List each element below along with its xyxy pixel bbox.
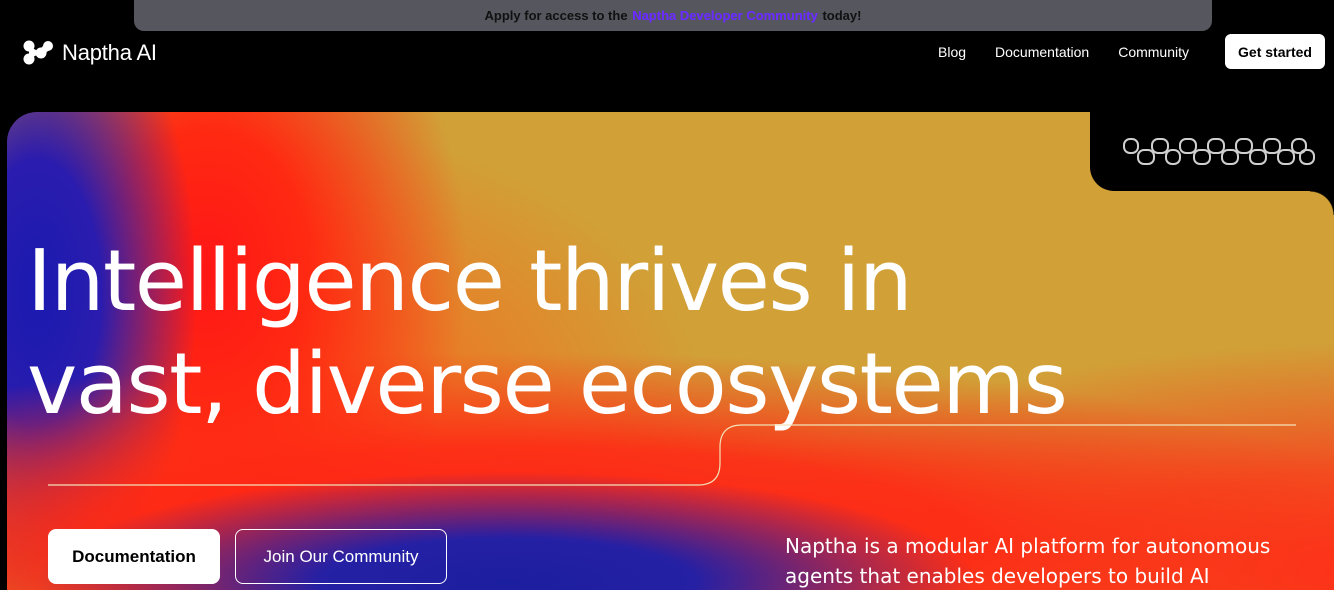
page: Apply for access to the Naptha Developer…	[0, 0, 1334, 590]
hero-divider-line	[48, 424, 1296, 486]
brand-logo-link[interactable]: Naptha AI	[22, 38, 157, 68]
naptha-logo-icon	[23, 40, 53, 65]
get-started-button[interactable]: Get started	[1225, 34, 1325, 69]
nav-item-documentation[interactable]: Documentation	[995, 43, 1089, 61]
hero-notch-corner	[1310, 191, 1334, 215]
banner-community-link[interactable]: Naptha Developer Community	[631, 8, 819, 23]
pixel-wordmark-icon	[1123, 138, 1315, 165]
announcement-banner: Apply for access to the Naptha Developer…	[134, 0, 1212, 31]
hero-section: Intelligence thrives in vast, diverse ec…	[7, 112, 1334, 590]
banner-prefix: Apply for access to the	[484, 8, 628, 23]
documentation-button[interactable]: Documentation	[48, 529, 220, 584]
main-nav: Blog Documentation Community	[938, 43, 1189, 61]
hero-headline-line-1: Intelligence thrives in	[27, 232, 913, 331]
hero-headline-line-2: vast, diverse ecosystems	[27, 335, 1068, 434]
nav-item-community[interactable]: Community	[1118, 43, 1189, 61]
hero-headline: Intelligence thrives in vast, diverse ec…	[27, 230, 1147, 436]
banner-suffix: today!	[822, 8, 862, 23]
hero-description: Naptha is a modular AI platform for auto…	[785, 534, 1271, 588]
join-community-button[interactable]: Join Our Community	[235, 529, 447, 584]
nav-item-blog[interactable]: Blog	[938, 43, 966, 61]
brand-name: Naptha AI	[62, 40, 157, 65]
